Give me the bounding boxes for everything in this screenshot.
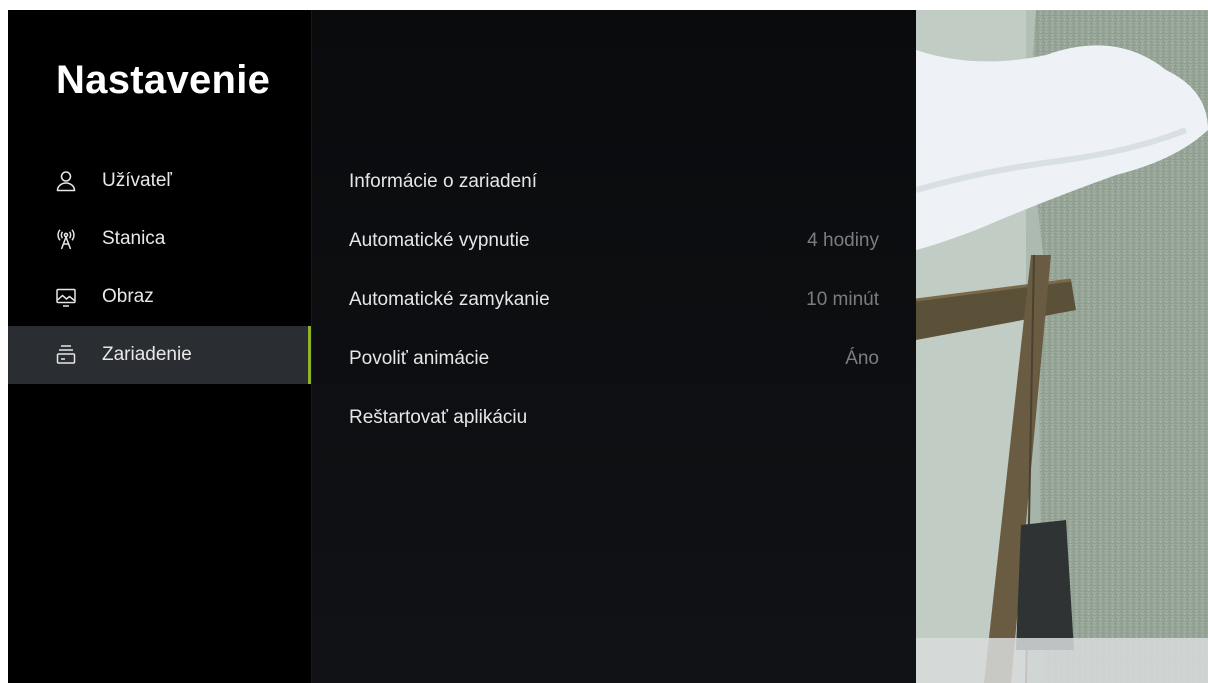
sidebar-nav: Užívateľ Stanica Obraz Zariadenie xyxy=(8,152,311,384)
setting-device-info[interactable]: Informácie o zariadení xyxy=(349,152,882,211)
sidebar-item-label: Zariadenie xyxy=(102,344,192,365)
setting-label: Informácie o zariadení xyxy=(349,170,537,192)
setting-label: Automatické vypnutie xyxy=(349,229,530,251)
tv-screen: Nastavenie Užívateľ Stanica Obraz Zariad… xyxy=(8,10,1208,683)
settings-panel: Informácie o zariadení Automatické vypnu… xyxy=(311,10,917,683)
sidebar-item-device[interactable]: Zariadenie xyxy=(8,326,311,384)
sidebar-item-station[interactable]: Stanica xyxy=(8,210,311,268)
setting-auto-lock[interactable]: Automatické zamykanie 10 minút xyxy=(349,270,882,329)
setting-label: Reštartovať aplikáciu xyxy=(349,406,528,428)
user-icon xyxy=(54,169,78,193)
video-frame xyxy=(916,10,1208,683)
setting-value: 4 hodiny xyxy=(807,229,879,251)
sidebar-item-label: Užívateľ xyxy=(102,170,172,191)
setting-animations[interactable]: Povoliť animácie Áno xyxy=(349,329,882,388)
setting-label: Automatické zamykanie xyxy=(349,288,550,310)
setting-restart-app[interactable]: Reštartovať aplikáciu xyxy=(349,388,882,447)
page-title: Nastavenie xyxy=(56,58,271,102)
setting-label: Povoliť animácie xyxy=(349,347,490,369)
settings-list: Informácie o zariadení Automatické vypnu… xyxy=(349,152,882,447)
sidebar-item-label: Obraz xyxy=(102,286,154,307)
video-preview xyxy=(916,10,1208,683)
sidebar-item-picture[interactable]: Obraz xyxy=(8,268,311,326)
picture-icon xyxy=(54,285,78,309)
antenna-icon xyxy=(54,227,78,251)
setting-value: Áno xyxy=(845,347,879,369)
sidebar-item-label: Stanica xyxy=(102,228,166,249)
setting-value: 10 minút xyxy=(806,288,879,310)
sidebar: Nastavenie Užívateľ Stanica Obraz Zariad… xyxy=(8,10,311,683)
device-icon xyxy=(54,343,78,367)
setting-auto-shutdown[interactable]: Automatické vypnutie 4 hodiny xyxy=(349,211,882,270)
sidebar-item-user[interactable]: Užívateľ xyxy=(8,152,311,210)
